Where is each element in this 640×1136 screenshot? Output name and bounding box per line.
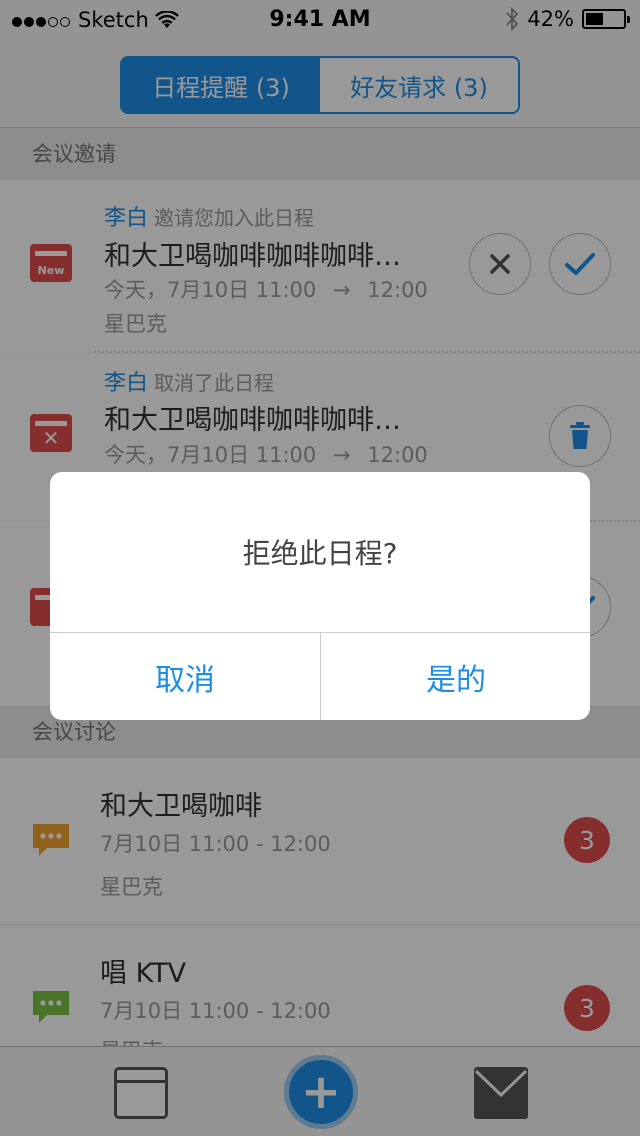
- confirm-button[interactable]: 是的: [321, 633, 590, 720]
- dialog-message: 拒绝此日程?: [242, 537, 398, 570]
- cancel-button[interactable]: 取消: [50, 633, 320, 720]
- confirm-dialog: 拒绝此日程? 取消 是的: [50, 472, 590, 720]
